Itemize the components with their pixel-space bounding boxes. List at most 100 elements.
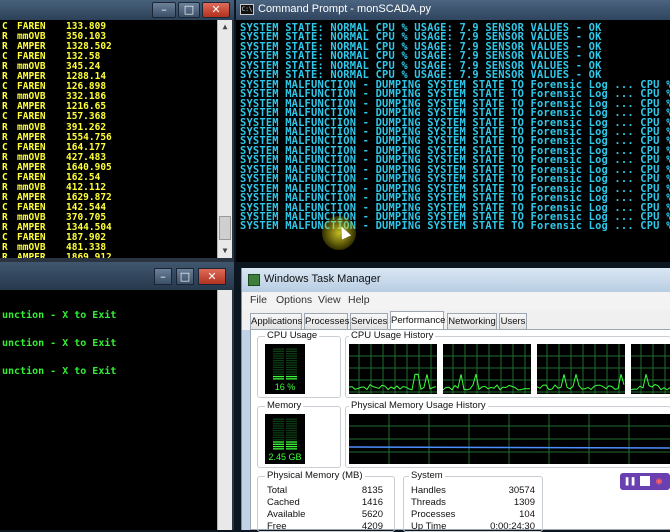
tab-strip: Applications Processes Services Performa… xyxy=(242,310,670,330)
meter-segment xyxy=(273,439,284,441)
scroll-down-arrow-icon[interactable]: ▼ xyxy=(219,245,231,257)
tab-users[interactable]: Users xyxy=(499,313,527,329)
meter-segment xyxy=(286,366,297,369)
sensor-console-window: – □ ✕ C FAREN 133.809 RmmOVB 350.103 R AMPER 13… xyxy=(0,0,234,262)
stat-handles-value: 30574 xyxy=(508,485,535,496)
meter-segment xyxy=(273,362,284,364)
sensor-value: 157.368 xyxy=(66,111,107,123)
cpu-core-graph xyxy=(537,344,625,394)
meter-segment xyxy=(286,420,297,423)
meter-segment xyxy=(286,369,297,371)
exit-prompt-line: unction - X to Exit xyxy=(2,310,117,321)
meter-segment xyxy=(273,366,284,369)
meter-segment xyxy=(286,357,297,359)
stat-available-label: Available xyxy=(267,509,306,520)
scroll-up-arrow-icon[interactable]: ▲ xyxy=(219,21,231,33)
meter-segment xyxy=(286,355,297,357)
meter-segment xyxy=(286,423,297,425)
system-label: System xyxy=(409,470,445,481)
sensor-unit: FAREN xyxy=(17,111,46,123)
meter-segment xyxy=(286,427,297,429)
minimize-button[interactable]: – xyxy=(154,268,172,285)
meter-segment xyxy=(273,427,284,429)
menu-bar: File Options View Help xyxy=(242,292,670,310)
meter-segment xyxy=(273,359,284,362)
tab-services[interactable]: Services xyxy=(350,313,388,329)
tab-applications[interactable]: Applications xyxy=(250,313,302,329)
cpu-core-graph xyxy=(349,344,437,394)
exit-console-window: – □ ✕ unction - X to Exit unction - X to… xyxy=(0,262,234,530)
meter-segment xyxy=(273,423,284,425)
memory-label: Memory xyxy=(265,400,304,411)
minimize-button[interactable]: – xyxy=(152,2,176,18)
meter-segment xyxy=(286,429,297,432)
sensor-console-scrollbar[interactable]: ▲ ▼ xyxy=(217,20,232,258)
memory-history-graph xyxy=(349,414,670,464)
stat-threads-label: Threads xyxy=(411,497,446,508)
stat-cached-label: Cached xyxy=(267,497,300,508)
meter-segment xyxy=(286,371,297,373)
maximize-button[interactable]: □ xyxy=(178,2,200,18)
meter-segment xyxy=(286,443,297,445)
meter-segment xyxy=(273,434,284,436)
sensor-unit: AMPER xyxy=(17,252,46,258)
memory-value: 2.45 GB xyxy=(268,452,302,462)
meter-segment xyxy=(286,348,297,350)
recording-control-widget[interactable]: ❚❚ ◉ xyxy=(620,473,670,490)
meter-segment xyxy=(273,443,284,445)
media-pause-icon[interactable]: ❚❚ xyxy=(624,475,636,488)
physical-memory-label: Physical Memory (MB) xyxy=(265,470,365,481)
memory-meter: 2.45 GB xyxy=(265,414,305,464)
meter-segment xyxy=(286,441,297,443)
stat-handles-label: Handles xyxy=(411,485,446,496)
command-prompt-titlebar[interactable]: C:\ Command Prompt - monSCADA.py xyxy=(236,0,670,20)
meter-segment xyxy=(273,357,284,359)
menu-file[interactable]: File xyxy=(250,294,267,306)
meter-segment xyxy=(273,418,284,420)
meter-segment xyxy=(286,364,297,366)
exit-console-scrollbar[interactable] xyxy=(217,290,232,530)
meter-segment xyxy=(273,420,284,423)
maximize-button[interactable]: □ xyxy=(176,268,194,285)
tab-processes[interactable]: Processes xyxy=(304,313,349,329)
meter-segment xyxy=(286,373,297,375)
tab-networking[interactable]: Networking xyxy=(447,313,497,329)
menu-options[interactable]: Options xyxy=(276,294,312,306)
meter-segment xyxy=(286,434,297,436)
cpu-usage-value: 16 % xyxy=(274,382,296,392)
meter-segment xyxy=(286,425,297,427)
tab-performance[interactable]: Performance xyxy=(390,311,445,330)
command-prompt-output: SYSTEM STATE: NORMAL CPU % USAGE: 7.9 SE… xyxy=(236,20,670,262)
command-prompt-window: C:\ Command Prompt - monSCADA.py SYSTEM … xyxy=(236,0,670,262)
sensor-console-titlebar[interactable]: – □ ✕ xyxy=(0,0,234,20)
window-title: Command Prompt - monSCADA.py xyxy=(258,3,431,15)
task-manager-titlebar[interactable]: Windows Task Manager xyxy=(242,268,670,292)
media-close-icon[interactable]: ◉ xyxy=(656,475,662,488)
close-button[interactable]: ✕ xyxy=(202,2,230,18)
stat-free-value: 4209 xyxy=(361,521,383,532)
meter-segment xyxy=(286,375,297,378)
close-button[interactable]: ✕ xyxy=(198,268,226,285)
menu-view[interactable]: View xyxy=(318,294,341,306)
media-stop-icon[interactable] xyxy=(640,476,650,486)
meter-segment xyxy=(286,445,297,448)
menu-help[interactable]: Help xyxy=(348,294,370,306)
meter-segment xyxy=(273,432,284,434)
exit-console-titlebar[interactable]: – □ ✕ xyxy=(0,262,234,290)
meter-segment xyxy=(273,441,284,443)
sensor-type: C xyxy=(2,111,8,123)
sensor-type: R xyxy=(2,252,8,258)
cpu-core-graph xyxy=(631,344,670,394)
stat-threads-value: 1309 xyxy=(513,497,535,508)
meter-segment xyxy=(273,436,284,439)
memory-history-label: Physical Memory Usage History xyxy=(349,400,488,411)
stat-cached-value: 1416 xyxy=(361,497,383,508)
meter-segment xyxy=(286,353,297,355)
meter-segment xyxy=(286,359,297,362)
meter-segment xyxy=(286,378,297,380)
meter-segment xyxy=(286,418,297,420)
meter-segment xyxy=(273,348,284,350)
task-manager-icon xyxy=(248,274,260,286)
scrollbar-thumb[interactable] xyxy=(219,216,231,240)
meter-segment xyxy=(273,375,284,378)
